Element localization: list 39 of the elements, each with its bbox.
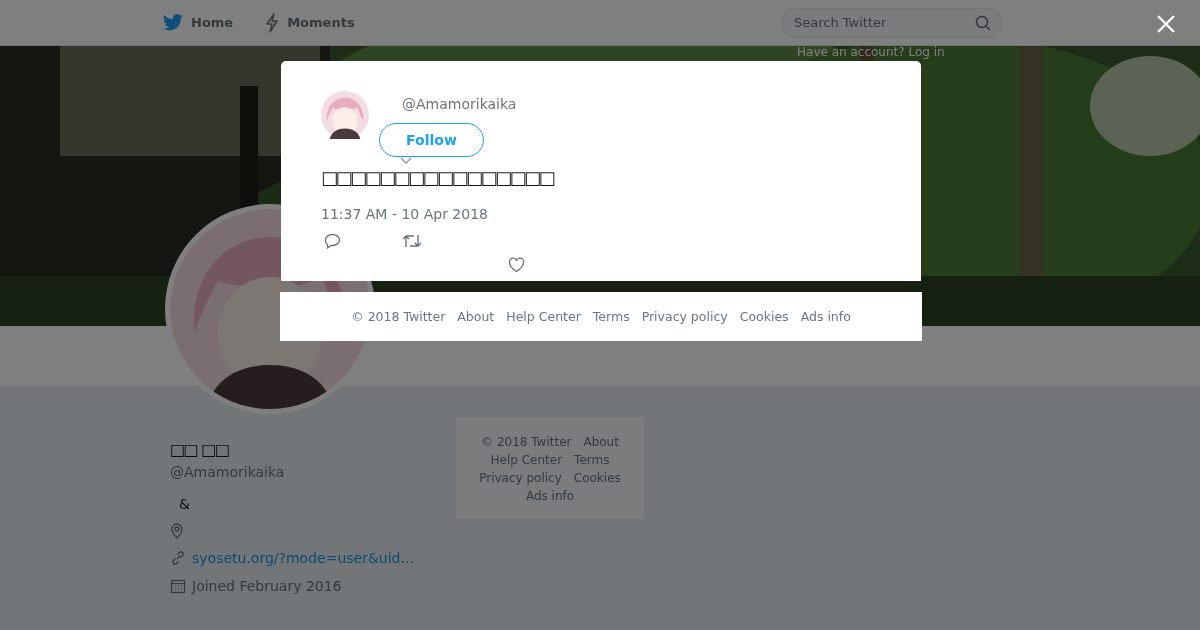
calendar-icon xyxy=(170,578,186,594)
profile-bio: & xyxy=(179,495,191,513)
reply-icon[interactable] xyxy=(324,233,341,249)
footer-link[interactable]: Privacy policy xyxy=(641,309,728,324)
footer-link[interactable]: About xyxy=(457,309,495,324)
footer-link[interactable]: Terms xyxy=(592,309,630,324)
follow-button[interactable]: Follow xyxy=(379,123,484,157)
footer-link[interactable]: Cookies xyxy=(739,309,789,324)
location-pin-icon xyxy=(170,523,184,539)
join-date: Joined February 2016 xyxy=(192,577,342,595)
caret-icon[interactable] xyxy=(400,157,412,165)
nav-tab[interactable]: Home xyxy=(163,14,234,31)
avatar xyxy=(321,91,369,139)
lightning-icon xyxy=(265,12,280,33)
search-field[interactable]: Search Twitter xyxy=(781,7,1002,38)
heart-icon[interactable] xyxy=(508,257,525,273)
profile-name: □□ □□ xyxy=(170,439,230,461)
profile-link[interactable]: syosetu.org/?mode=user&uid... xyxy=(192,549,414,567)
footer-link[interactable]: Help Center xyxy=(490,451,563,469)
tweet-timestamp: 11:37 AM - 10 Apr 2018 xyxy=(321,205,489,223)
footer-link[interactable]: Ads info xyxy=(525,487,575,505)
footer-link[interactable]: Terms xyxy=(574,451,610,469)
link-icon xyxy=(170,550,186,566)
footer-link[interactable]: © 2018 Twitter xyxy=(481,433,572,451)
footer-link[interactable]: Privacy policy xyxy=(479,469,562,487)
login-prompt[interactable]: Have an account? Log in xyxy=(797,45,945,59)
footer-link[interactable]: Cookies xyxy=(573,469,621,487)
tweet-handle: @Amamorikaika xyxy=(402,96,517,112)
search-icon xyxy=(975,14,991,31)
close-button[interactable] xyxy=(1156,14,1176,34)
nav-tab[interactable]: Moments xyxy=(265,12,355,33)
footer-link[interactable]: Ads info xyxy=(800,309,851,324)
retweet-icon[interactable] xyxy=(402,233,422,249)
bird-icon xyxy=(163,14,183,31)
tweet-text: □□□□□□□□□□□□□□□□ xyxy=(321,166,555,190)
footer-link[interactable]: Help Center xyxy=(506,309,581,324)
profile-handle: @Amamorikaika xyxy=(170,463,286,481)
footer-link[interactable]: About xyxy=(583,433,619,451)
footer-link[interactable]: © 2018 Twitter xyxy=(351,309,446,324)
